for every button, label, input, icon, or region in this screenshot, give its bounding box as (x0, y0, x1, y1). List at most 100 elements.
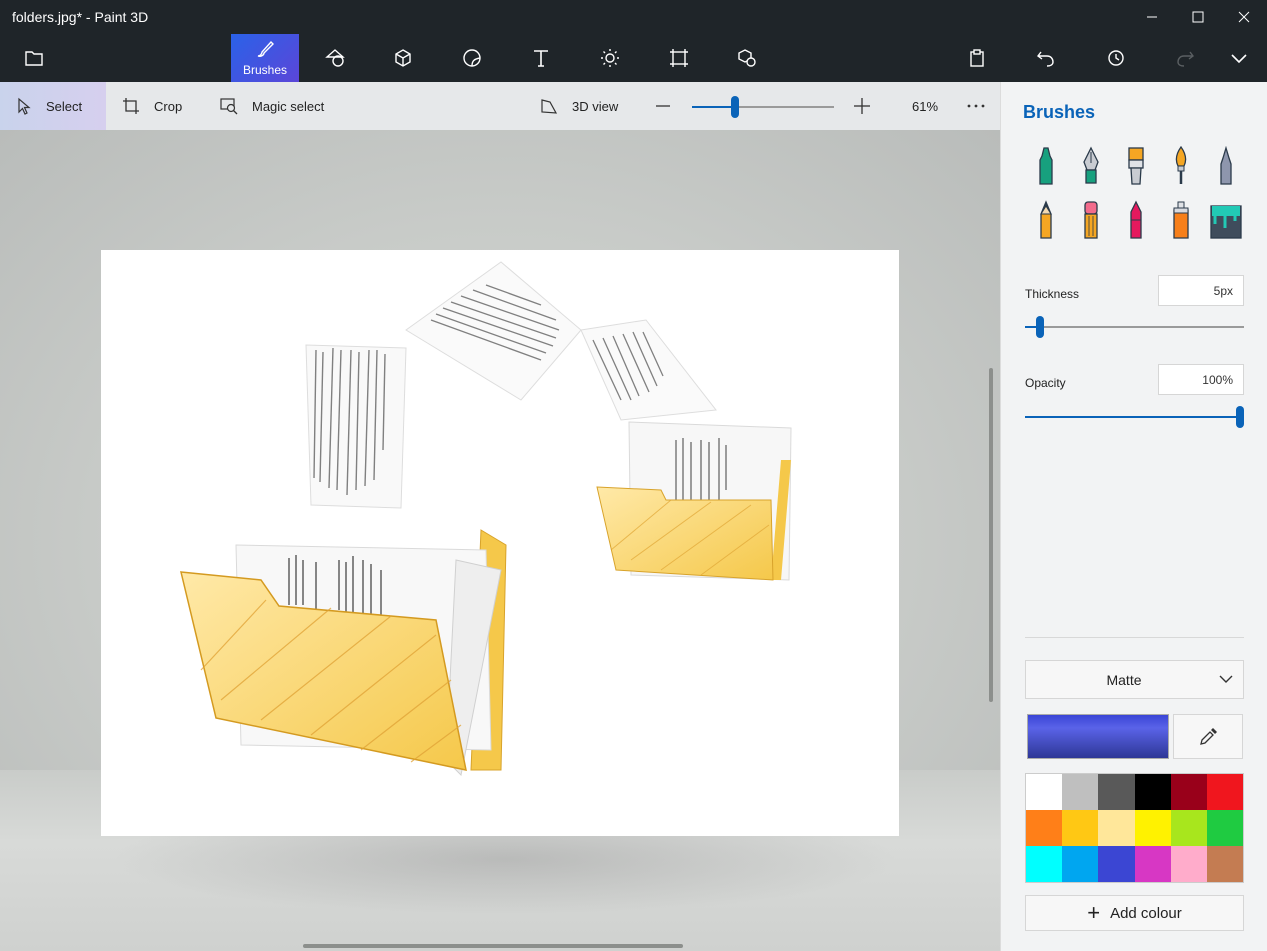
color-swatch[interactable] (1062, 774, 1099, 810)
more-options-button[interactable] (966, 82, 1000, 130)
zoom-slider-fill (692, 106, 735, 108)
minimize-icon (1147, 16, 1157, 18)
crop-icon (123, 98, 139, 114)
menu-button[interactable] (8, 34, 60, 82)
3d-view-button[interactable]: 3D view (540, 82, 618, 130)
zoom-level: 61% (912, 98, 939, 114)
color-swatch[interactable] (1098, 774, 1135, 810)
finish-value: Matte (1106, 672, 1142, 688)
effects-icon (601, 49, 619, 67)
folders-sketch-image (180, 261, 792, 777)
zoom-slider-thumb[interactable] (731, 96, 739, 118)
eraser-brush[interactable] (1076, 200, 1106, 240)
secondary-toolbar: Select Crop Magic select 3D view 61% (0, 82, 1000, 130)
pixel-pen-brush[interactable] (1211, 145, 1241, 186)
3d-shapes-icon (395, 49, 411, 67)
color-swatch[interactable] (1098, 810, 1135, 846)
color-palette (1025, 773, 1244, 883)
color-swatch[interactable] (1026, 810, 1063, 846)
current-color-swatch[interactable] (1027, 714, 1169, 759)
color-swatch[interactable] (1098, 846, 1135, 882)
crop-button[interactable]: Crop (122, 82, 182, 130)
color-swatch[interactable] (1134, 810, 1171, 846)
color-swatch[interactable] (1170, 774, 1207, 810)
undo-button[interactable] (1012, 34, 1080, 82)
color-swatch[interactable] (1206, 846, 1243, 882)
expand-button[interactable] (1210, 34, 1267, 82)
pointer-icon (18, 97, 31, 115)
opacity-label: Opacity (1025, 376, 1066, 390)
select-label: Select (46, 98, 83, 114)
color-swatch[interactable] (1170, 810, 1207, 846)
spray-can-brush[interactable] (1166, 200, 1196, 240)
color-swatch[interactable] (1170, 846, 1207, 882)
minimize-button[interactable] (1129, 0, 1175, 34)
panel-divider (1025, 637, 1244, 638)
undo-icon (1037, 51, 1054, 67)
marker-brush[interactable] (1031, 146, 1061, 186)
tab-stickers[interactable] (438, 34, 506, 82)
calligraphy-pen-brush[interactable] (1076, 146, 1106, 186)
crayon-brush[interactable] (1121, 200, 1151, 240)
color-swatch[interactable] (1134, 846, 1171, 882)
zoom-slider[interactable] (692, 82, 834, 130)
pencil-icon (1040, 200, 1052, 239)
color-swatch[interactable] (1206, 810, 1243, 846)
fill-brush[interactable] (1209, 200, 1243, 240)
horizontal-scrollbar[interactable] (303, 944, 683, 948)
finish-dropdown[interactable]: Matte (1025, 660, 1244, 699)
add-colour-button[interactable]: + Add colour (1025, 895, 1244, 931)
close-icon (1238, 11, 1250, 23)
vertical-scrollbar[interactable] (989, 368, 993, 702)
brushes-panel: Brushes Thickness 5px Opacity 100% Matte… (1000, 82, 1267, 951)
zoom-in-button[interactable] (853, 82, 885, 130)
drawing-canvas[interactable] (101, 250, 899, 836)
oil-brush-icon (1128, 147, 1144, 185)
thickness-label: Thickness (1025, 287, 1080, 301)
canvas-shadow (110, 835, 900, 915)
opacity-slider[interactable] (1025, 404, 1244, 430)
pencil-brush[interactable] (1031, 200, 1061, 240)
thickness-thumb[interactable] (1036, 316, 1044, 338)
paste-button[interactable] (943, 34, 1011, 82)
color-swatch[interactable] (1134, 774, 1171, 810)
thickness-slider[interactable] (1025, 314, 1244, 340)
opacity-thumb[interactable] (1236, 406, 1244, 428)
tab-2d-shapes[interactable] (301, 34, 369, 82)
paste-icon (970, 49, 984, 67)
history-icon (1108, 50, 1124, 66)
eyedropper-button[interactable] (1173, 714, 1243, 759)
oil-brush[interactable] (1121, 146, 1151, 186)
tab-brushes[interactable]: Brushes (231, 34, 299, 82)
select-button[interactable]: Select (0, 82, 106, 130)
tab-3d-shapes[interactable] (369, 34, 437, 82)
magic-select-button[interactable]: Magic select (220, 82, 324, 130)
zoom-out-button[interactable] (655, 82, 685, 130)
color-swatch[interactable] (1062, 846, 1099, 882)
3d-view-icon (541, 99, 558, 114)
watercolor-brush[interactable] (1166, 145, 1196, 186)
color-swatch[interactable] (1026, 774, 1063, 810)
redo-button[interactable] (1151, 34, 1219, 82)
tab-3d-library[interactable] (713, 34, 781, 82)
tab-text[interactable] (507, 34, 575, 82)
history-button[interactable] (1082, 34, 1150, 82)
crayon-icon (1130, 200, 1142, 239)
color-swatch[interactable] (1062, 810, 1099, 846)
3d-library-icon (738, 49, 756, 67)
workspace[interactable] (0, 130, 1000, 951)
plus-icon (854, 98, 870, 114)
tab-canvas[interactable] (645, 34, 713, 82)
tab-effects[interactable] (576, 34, 644, 82)
color-swatch[interactable] (1026, 846, 1063, 882)
color-swatch[interactable] (1206, 774, 1243, 810)
close-button[interactable] (1221, 0, 1267, 34)
pixel-pen-icon (1220, 145, 1232, 185)
spray-can-icon (1173, 201, 1189, 239)
thickness-input[interactable]: 5px (1158, 275, 1244, 306)
maximize-button[interactable] (1175, 0, 1221, 34)
stickers-icon (463, 49, 481, 67)
chevron-down-icon (1230, 54, 1247, 64)
opacity-input[interactable]: 100% (1158, 364, 1244, 395)
fill-bucket-icon (1210, 205, 1242, 239)
